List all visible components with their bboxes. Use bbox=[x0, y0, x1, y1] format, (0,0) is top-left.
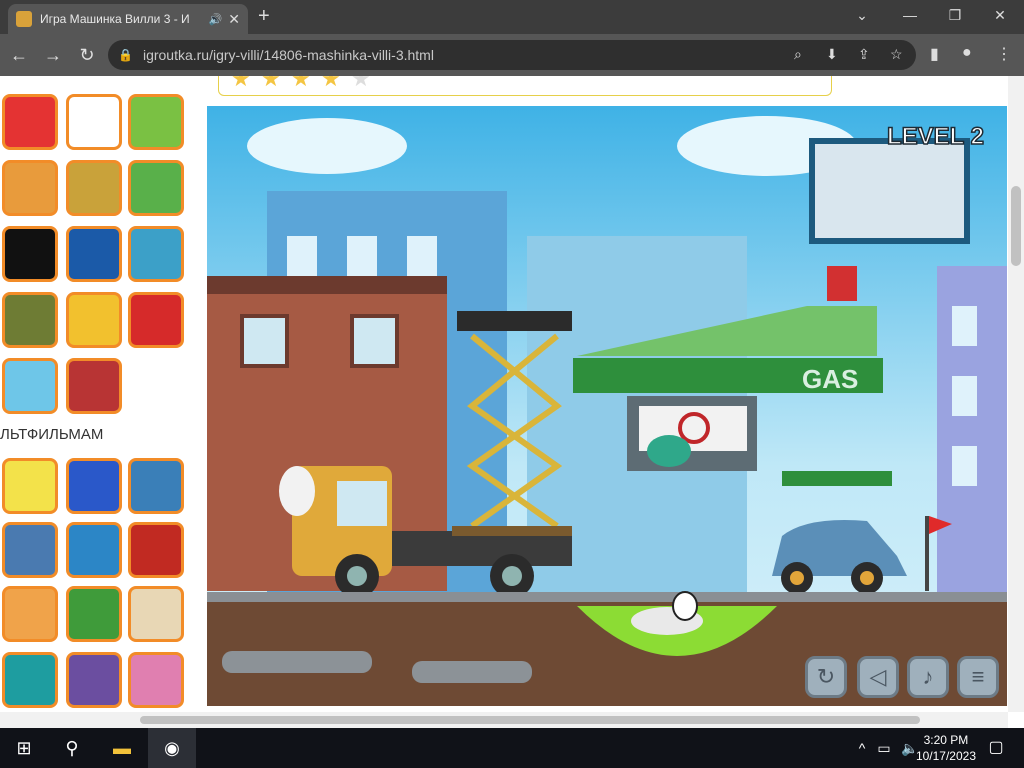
notification-icon[interactable]: ▢ bbox=[972, 728, 1020, 768]
file-explorer-icon[interactable]: ▬ bbox=[98, 728, 146, 768]
search-icon[interactable]: ⌕ bbox=[794, 46, 802, 63]
close-tab-icon[interactable]: ✕ bbox=[228, 11, 240, 28]
restore-button[interactable]: ❐ bbox=[935, 4, 975, 26]
music-icon[interactable]: ♪ bbox=[907, 656, 949, 698]
game-thumb-adam-eve[interactable] bbox=[66, 160, 122, 216]
sound-icon[interactable]: ◁ bbox=[857, 656, 899, 698]
clock-time: 3:20 PM bbox=[923, 733, 969, 747]
game-thumb-naruto[interactable] bbox=[2, 586, 58, 642]
star-icon[interactable]: ★ bbox=[231, 76, 251, 92]
install-icon[interactable]: ⬇ bbox=[826, 46, 838, 63]
share-icon[interactable]: ⇪ bbox=[858, 46, 870, 63]
close-window-button[interactable]: ✕ bbox=[980, 4, 1020, 26]
url-text[interactable]: igroutka.ru/igry-villi/14806-mashinka-vi… bbox=[143, 47, 434, 63]
game-thumb-sonic[interactable] bbox=[66, 458, 122, 514]
game-canvas[interactable]: GAS LEVEL 2 ↻ ◁ ♪ ≡ bbox=[207, 106, 1007, 706]
game-thumb-angry-birds[interactable] bbox=[2, 94, 58, 150]
lock-icon[interactable]: 🔒 bbox=[118, 48, 133, 62]
game-thumb-cars[interactable] bbox=[128, 522, 184, 578]
game-thumb-gravity-falls[interactable] bbox=[2, 522, 58, 578]
tab-title: Игра Машинка Вилли 3 - И bbox=[40, 12, 190, 26]
game-thumb-2[interactable] bbox=[2, 160, 58, 216]
profile-icon[interactable]: ● bbox=[962, 44, 972, 62]
level-label: LEVEL 2 bbox=[887, 123, 984, 150]
browser-tab[interactable]: Игра Машинка Вилли 3 - И 🔊 ✕ bbox=[8, 4, 248, 34]
game-thumb-scooby[interactable] bbox=[66, 586, 122, 642]
star-icon[interactable]: ★ bbox=[291, 76, 311, 92]
reload-icon[interactable]: ↻ bbox=[72, 45, 102, 66]
game-thumb-tom-jerry[interactable] bbox=[66, 522, 122, 578]
speaker-icon[interactable]: 🔊 bbox=[209, 13, 223, 26]
scrollbar-thumb[interactable] bbox=[1011, 186, 1021, 266]
search-icon[interactable]: ⚲ bbox=[48, 728, 96, 768]
minimize-button[interactable]: — bbox=[890, 4, 930, 26]
windows-start-icon[interactable]: ⊞ bbox=[0, 728, 48, 768]
restart-button[interactable]: ↻ bbox=[805, 656, 847, 698]
horizontal-scrollbar[interactable] bbox=[0, 712, 1008, 728]
gas-sign: GAS bbox=[802, 364, 858, 394]
page-content: ЛЬТФИЛЬМАМ ★ ★ ★ ★ ★ GAS LEVEL 2 ↻ ◁ ♪ ≡ bbox=[0, 76, 1024, 728]
game-thumb-angry-red[interactable] bbox=[66, 358, 122, 414]
game-thumb-shimmer[interactable] bbox=[128, 652, 184, 708]
game-sidebar: ЛЬТФИЛЬМАМ bbox=[0, 76, 196, 728]
back-icon[interactable]: ← bbox=[4, 45, 34, 66]
game-thumb-spongebob[interactable] bbox=[2, 458, 58, 514]
game-thumb-disney[interactable] bbox=[66, 226, 122, 282]
game-thumb-pop-it[interactable] bbox=[2, 358, 58, 414]
game-thumb-animal[interactable] bbox=[128, 586, 184, 642]
game-thumb-wheely[interactable] bbox=[128, 160, 184, 216]
menu-icon[interactable]: ⋮ bbox=[996, 44, 1012, 64]
forward-icon[interactable]: → bbox=[38, 45, 68, 66]
new-tab-button[interactable]: + bbox=[258, 4, 270, 28]
scrollbar-thumb[interactable] bbox=[140, 716, 920, 724]
game-thumb-panda[interactable] bbox=[66, 94, 122, 150]
game-thumb-brawl[interactable] bbox=[66, 292, 122, 348]
menu-icon[interactable]: ≡ bbox=[957, 656, 999, 698]
game-scene: GAS LEVEL 2 bbox=[207, 116, 1007, 706]
side-panel-icon[interactable]: ▮ bbox=[930, 44, 939, 64]
game-thumb-equestria[interactable] bbox=[66, 652, 122, 708]
star-icon[interactable]: ★ bbox=[261, 76, 281, 92]
tab-search-icon[interactable]: ⌄ bbox=[842, 4, 882, 26]
bookmark-star-icon[interactable]: ☆ bbox=[890, 46, 903, 63]
star-icon[interactable]: ★ bbox=[321, 76, 341, 92]
game-thumb-paw-patrol[interactable] bbox=[128, 458, 184, 514]
system-clock[interactable]: 3:20 PM 10/17/2023 bbox=[916, 732, 976, 764]
game-thumb-tower[interactable] bbox=[2, 292, 58, 348]
game-thumb-cut-the-rope[interactable] bbox=[128, 94, 184, 150]
game-thumb-match[interactable] bbox=[128, 226, 184, 282]
rating-box: ★ ★ ★ ★ ★ bbox=[218, 76, 832, 96]
game-thumb-cartoon-network[interactable] bbox=[2, 226, 58, 282]
star-icon[interactable]: ★ bbox=[351, 76, 371, 92]
section-title: ЛЬТФИЛЬМАМ bbox=[0, 426, 104, 443]
clock-date: 10/17/2023 bbox=[915, 749, 976, 763]
chrome-icon[interactable]: ◉ bbox=[148, 728, 196, 768]
game-thumb-among-us[interactable] bbox=[128, 292, 184, 348]
favicon-icon bbox=[16, 11, 32, 27]
vertical-scrollbar[interactable] bbox=[1008, 76, 1024, 712]
tab-bar: Игра Машинка Вилли 3 - И 🔊 ✕ + ⌄ — ❐ ✕ bbox=[0, 0, 1024, 34]
game-thumb-perry[interactable] bbox=[2, 652, 58, 708]
taskbar: ⊞ ⚲ ▬ ◉ ^ ▭ 🔈 3:20 PM 10/17/2023 ▢ bbox=[0, 728, 1024, 768]
